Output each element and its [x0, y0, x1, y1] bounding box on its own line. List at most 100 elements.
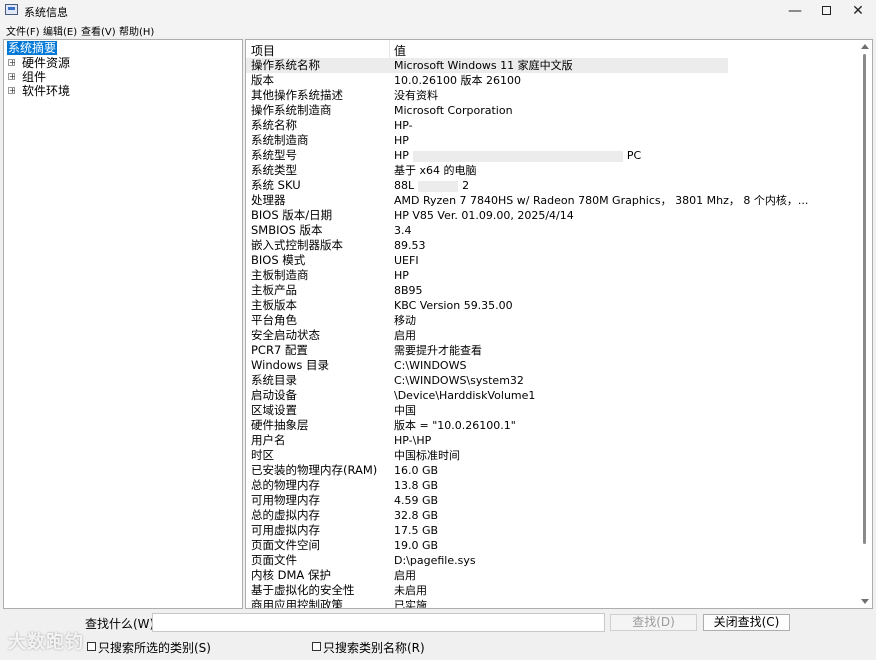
table-row[interactable]: 操作系统名称 Microsoft Windows 11 家庭中文版	[246, 58, 728, 73]
row-value-text: HP	[394, 149, 409, 162]
table-row[interactable]: 启动设备 \Device\HarddiskVolume1	[246, 388, 858, 403]
tree-item-system-summary[interactable]: 系统摘要	[5, 40, 59, 56]
table-row[interactable]: 内核 DMA 保护 启用	[246, 568, 858, 583]
tree-item-components[interactable]: + 组件	[8, 70, 46, 84]
row-item-cell: PCR7 配置	[251, 343, 308, 357]
table-row[interactable]: 可用虚拟内存 17.5 GB	[246, 523, 858, 538]
row-value-cell: 移动	[394, 313, 416, 328]
table-row[interactable]: 版本 10.0.26100 版本 26100	[246, 73, 858, 88]
table-row[interactable]: 系统型号 HP PC	[246, 148, 858, 163]
table-row[interactable]: 页面文件空间 19.0 GB	[246, 538, 858, 553]
scroll-up-arrow-icon[interactable]	[861, 44, 869, 49]
row-value-cell: 8B95	[394, 283, 423, 298]
row-value-cell: 17.5 GB	[394, 523, 438, 538]
table-row[interactable]: 系统类型 基于 x64 的电脑	[246, 163, 858, 178]
row-value-cell: 版本 = "10.0.26100.1"	[394, 418, 516, 433]
tree-item-hardware-resources[interactable]: + 硬件资源	[8, 56, 70, 70]
scroll-down-arrow-icon[interactable]	[861, 599, 869, 604]
table-row[interactable]: 主板版本 KBC Version 59.35.00	[246, 298, 858, 313]
row-value-text: D:\pagefile.sys	[394, 554, 476, 567]
row-value-cell: Microsoft Windows 11 家庭中文版	[394, 58, 573, 73]
table-row[interactable]: 区域设置 中国	[246, 403, 858, 418]
expand-plus-icon[interactable]: +	[8, 87, 16, 95]
table-row[interactable]: 商用应用控制政策 已实施	[246, 598, 858, 608]
close-find-button[interactable]: 关闭查找(C)	[703, 614, 790, 631]
table-row[interactable]: 总的物理内存 13.8 GB	[246, 478, 858, 493]
row-value-cell: HP V85 Ver. 01.09.00, 2025/4/14	[394, 208, 574, 223]
row-item-cell: 基于虚拟化的安全性	[251, 583, 355, 597]
maximize-button[interactable]	[810, 0, 842, 22]
row-value-text: 19.0 GB	[394, 539, 439, 552]
minimize-button[interactable]: —	[779, 0, 811, 22]
menu-edit[interactable]: 编辑(E)	[43, 23, 77, 38]
details-list[interactable]: 项目 值 操作系统名称 Microsoft Windows 11 家庭中文版 版本 1…	[245, 39, 873, 609]
row-item-cell: 内核 DMA 保护	[251, 568, 331, 582]
row-value-cell: 需要提升才能查看	[394, 343, 482, 358]
only-category-names-label[interactable]: 只搜索类别名称(R)	[323, 639, 425, 656]
table-row[interactable]: 页面文件 D:\pagefile.sys	[246, 553, 858, 568]
row-value-cell: 32.8 GB	[394, 508, 438, 523]
maximize-icon	[821, 5, 831, 15]
table-row[interactable]: 处理器 AMD Ryzen 7 7840HS w/ Radeon 780M Gra…	[246, 193, 858, 208]
row-item-cell: 平台角色	[251, 313, 297, 327]
table-row[interactable]: 主板产品 8B95	[246, 283, 858, 298]
vertical-scrollbar[interactable]	[857, 40, 872, 608]
row-value-cell: 88L 2	[394, 178, 469, 193]
table-row[interactable]: 嵌入式控制器版本 89.53	[246, 238, 858, 253]
tree-item-software-environment[interactable]: + 软件环境	[8, 84, 70, 98]
table-row[interactable]: 主板制造商 HP	[246, 268, 858, 283]
row-value-cell: 3.4	[394, 223, 412, 238]
row-value-text: 中国	[394, 404, 416, 417]
table-row[interactable]: BIOS 模式 UEFI	[246, 253, 858, 268]
category-tree[interactable]: 系统摘要 + 硬件资源 + 组件 + 软件环境	[3, 39, 243, 609]
table-row[interactable]: 系统目录 C:\WINDOWS\system32	[246, 373, 858, 388]
expand-plus-icon[interactable]: +	[8, 59, 16, 67]
table-row[interactable]: 硬件抽象层 版本 = "10.0.26100.1"	[246, 418, 858, 433]
table-row[interactable]: BIOS 版本/日期 HP V85 Ver. 01.09.00, 2025/4/1…	[246, 208, 858, 223]
column-divider[interactable]	[389, 40, 390, 58]
table-row[interactable]: 系统 SKU 88L 2	[246, 178, 858, 193]
table-row[interactable]: 基于虚拟化的安全性 未启用	[246, 583, 858, 598]
row-value-cell: \Device\HarddiskVolume1	[394, 388, 535, 403]
table-row[interactable]: 时区 中国标准时间	[246, 448, 858, 463]
row-item-cell: 页面文件	[251, 553, 297, 567]
row-value-text: UEFI	[394, 254, 419, 267]
row-item-cell: 系统制造商	[251, 133, 309, 147]
table-row[interactable]: Windows 目录 C:\WINDOWS	[246, 358, 858, 373]
table-row[interactable]: 可用物理内存 4.59 GB	[246, 493, 858, 508]
menu-help[interactable]: 帮助(H)	[119, 23, 154, 38]
search-label: 查找什么(W):	[85, 617, 159, 631]
row-item-cell: 系统目录	[251, 373, 297, 387]
table-row[interactable]: PCR7 配置 需要提升才能查看	[246, 343, 858, 358]
row-item-cell: 用户名	[251, 433, 286, 447]
row-value-cell: C:\WINDOWS\system32	[394, 373, 524, 388]
table-row[interactable]: 操作系统制造商 Microsoft Corporation	[246, 103, 858, 118]
table-row[interactable]: 平台角色 移动	[246, 313, 858, 328]
table-row[interactable]: 已安装的物理内存(RAM) 16.0 GB	[246, 463, 858, 478]
find-button[interactable]: 查找(D)	[610, 614, 697, 631]
only-selected-category-checkbox[interactable]	[87, 642, 96, 651]
row-item-cell: 安全启动状态	[251, 328, 320, 342]
table-row[interactable]: SMBIOS 版本 3.4	[246, 223, 858, 238]
menu-file[interactable]: 文件(F)	[6, 23, 40, 38]
row-value-cell: AMD Ryzen 7 7840HS w/ Radeon 780M Graphi…	[394, 193, 808, 208]
row-value-text: 没有资料	[394, 89, 438, 102]
scroll-thumb[interactable]	[863, 54, 866, 544]
column-header-item[interactable]: 项目	[251, 42, 275, 59]
table-row[interactable]: 总的虚拟内存 32.8 GB	[246, 508, 858, 523]
close-button[interactable]: ✕	[842, 0, 874, 22]
search-input[interactable]	[152, 613, 605, 632]
table-row[interactable]: 系统名称 HP-	[246, 118, 858, 133]
column-header-value[interactable]: 值	[394, 42, 406, 59]
row-value-cell: 中国	[394, 403, 416, 418]
row-value-text: C:\WINDOWS	[394, 359, 467, 372]
table-row[interactable]: 用户名 HP-\HP	[246, 433, 858, 448]
table-row[interactable]: 其他操作系统描述 没有资料	[246, 88, 858, 103]
only-selected-category-label[interactable]: 只搜索所选的类别(S)	[98, 639, 211, 656]
expand-plus-icon[interactable]: +	[8, 73, 16, 81]
row-value-text: AMD Ryzen 7 7840HS w/ Radeon 780M Graphi…	[394, 194, 809, 207]
only-category-names-checkbox[interactable]	[312, 642, 321, 651]
menu-view[interactable]: 查看(V)	[81, 23, 116, 38]
table-row[interactable]: 系统制造商 HP	[246, 133, 858, 148]
table-row[interactable]: 安全启动状态 启用	[246, 328, 858, 343]
